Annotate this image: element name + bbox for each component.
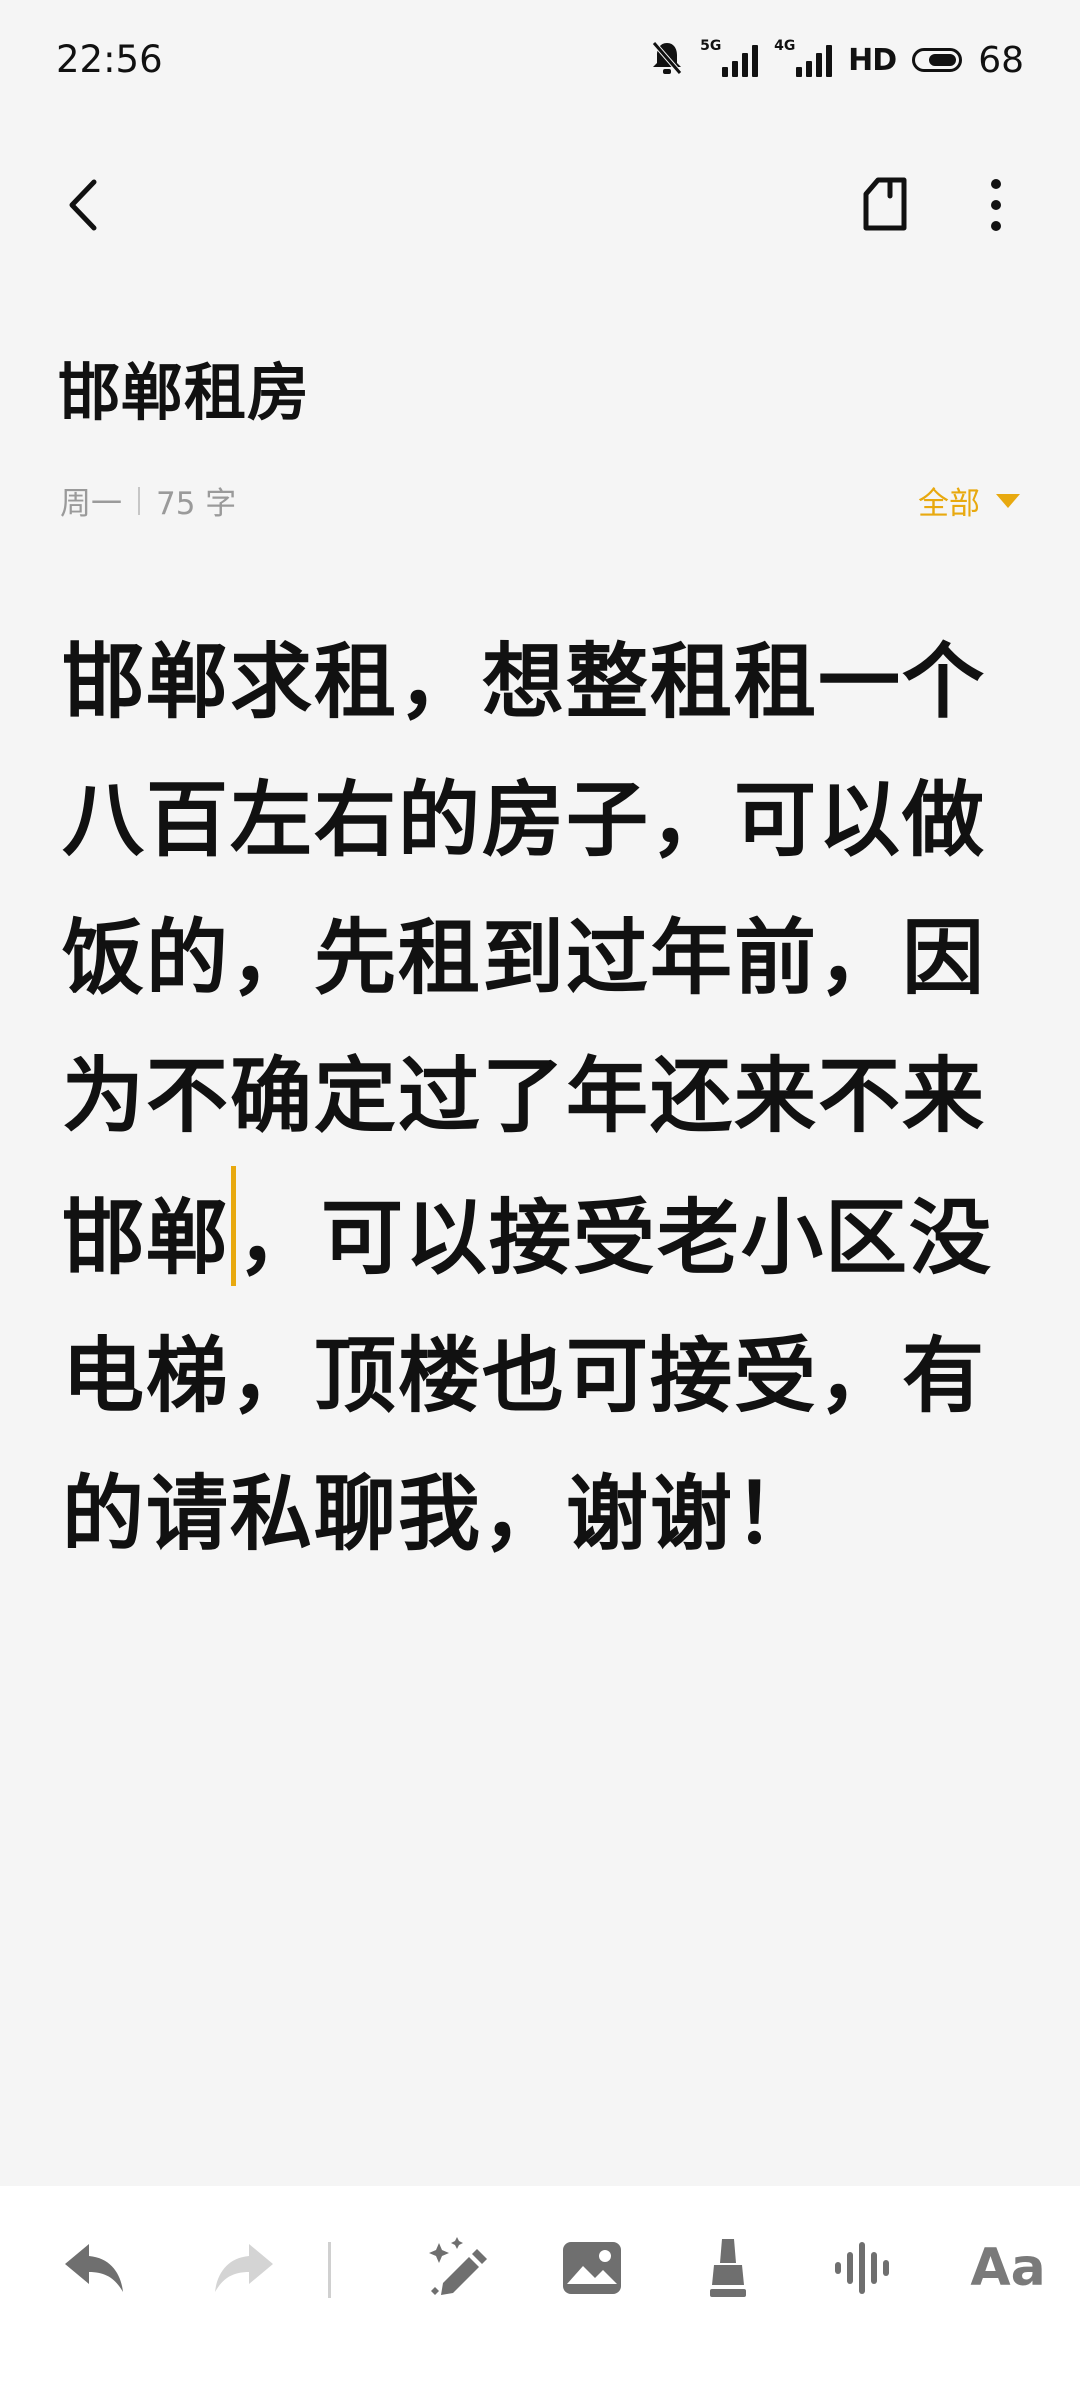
battery-icon <box>912 48 963 72</box>
notes-editor-screen: 22:56 5G 4G HD 68 邯郸租房 周一 75 字 全部 邯郸求租，想… <box>0 0 1080 2400</box>
note-word-count: 75 字 <box>156 486 237 522</box>
signal-5g-icon: 5G <box>700 39 759 77</box>
chevron-down-icon <box>996 493 1020 508</box>
back-arrow-icon <box>69 179 97 231</box>
note-day: 周一 <box>60 486 122 522</box>
font-format-icon: Aa <box>970 2238 1046 2298</box>
signal-4g-label: 4G <box>774 38 796 54</box>
redo-icon <box>215 2244 273 2292</box>
status-icons: 5G 4G HD 68 <box>650 36 1024 84</box>
battery-level: 68 <box>978 39 1024 81</box>
label-tag-button[interactable] <box>852 172 918 238</box>
voice-input-button[interactable] <box>822 2226 906 2310</box>
folder-selector[interactable]: 全部 <box>918 478 1020 523</box>
ai-write-button[interactable] <box>414 2226 498 2310</box>
note-meta: 周一 75 字 <box>60 478 236 523</box>
highlighter-icon <box>710 2239 746 2297</box>
back-button[interactable] <box>50 170 120 240</box>
note-title[interactable]: 邯郸租房 <box>58 342 310 432</box>
signal-4g-icon: 4G <box>774 39 833 77</box>
text-format-button[interactable]: Aa <box>958 2226 1058 2310</box>
audio-wave-icon <box>835 2242 889 2294</box>
more-vertical-icon <box>991 179 1001 231</box>
text-cursor <box>231 1166 237 1286</box>
meta-divider <box>138 486 140 515</box>
folder-label: 全部 <box>918 486 980 522</box>
magic-pen-icon <box>429 2237 487 2295</box>
hd-voice-icon: HD <box>848 42 897 78</box>
tag-icon <box>863 177 907 231</box>
mute-bell-icon <box>650 39 684 81</box>
redo-button[interactable] <box>202 2226 286 2310</box>
note-body-text-before-cursor: 邯郸求租，想整租租一个八百左右的房子，可以做饭的，先租到过年前，因为不确定过了年… <box>62 635 987 1286</box>
highlighter-button[interactable] <box>686 2226 770 2310</box>
note-top-bar <box>0 150 1080 260</box>
status-time: 22:56 <box>56 38 163 81</box>
toolbar-divider <box>328 2242 331 2298</box>
signal-5g-label: 5G <box>700 38 722 54</box>
insert-image-button[interactable] <box>550 2226 634 2310</box>
image-icon <box>563 2242 621 2294</box>
undo-button[interactable] <box>52 2226 136 2310</box>
more-options-button[interactable] <box>966 172 1026 238</box>
undo-icon <box>65 2244 123 2292</box>
editor-bottom-toolbar: Aa <box>0 2186 1080 2400</box>
note-body-editor[interactable]: 邯郸求租，想整租租一个八百左右的房子，可以做饭的，先租到过年前，因为不确定过了年… <box>62 614 1018 1584</box>
status-bar: 22:56 5G 4G HD 68 <box>0 0 1080 124</box>
